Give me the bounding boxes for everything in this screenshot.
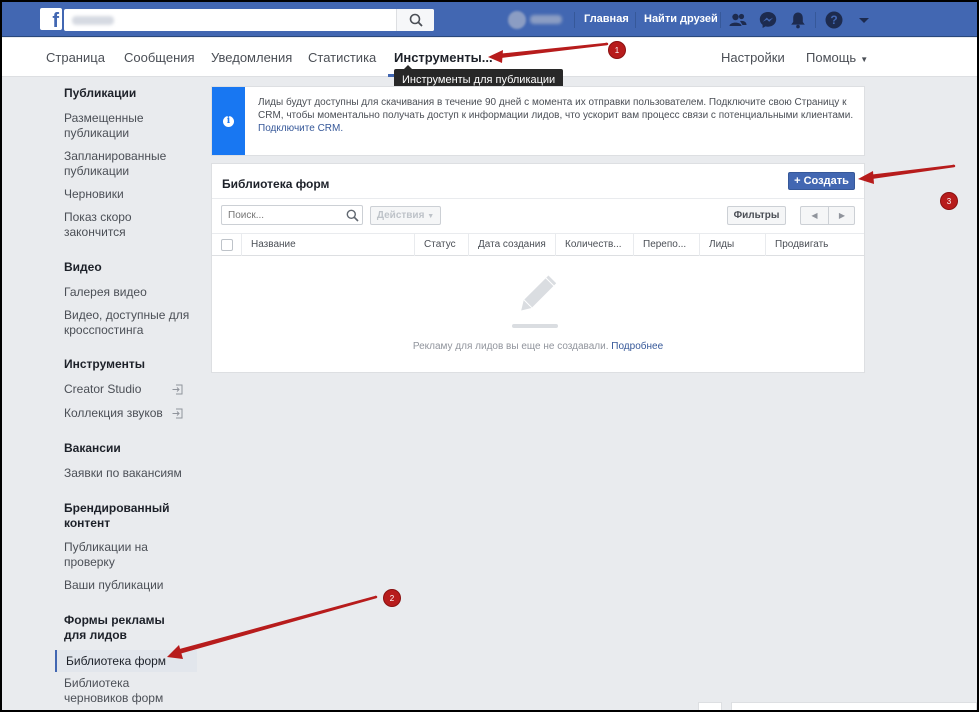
user-name-blurred[interactable] [530, 15, 562, 24]
annotation-badge-3: 3 [940, 192, 958, 210]
sidebar-item-drafts[interactable]: Черновики [64, 187, 194, 202]
sidebar-header-branded-content: Брендированный контент [64, 501, 170, 530]
table-header: Название Статус Дата создания Количеств.… [212, 233, 864, 256]
notice-text: Лиды будут доступны для скачивания в теч… [258, 97, 854, 121]
tab-notifications[interactable]: Уведомления [211, 50, 292, 65]
notice-band: i [212, 87, 245, 155]
sidebar-item-drafts-library[interactable]: Библиотека черновиков форм [64, 676, 194, 706]
sidebar-header-publications: Публикации [64, 86, 137, 100]
sidebar-header-tools: Инструменты [64, 357, 146, 371]
filters-button[interactable]: Фильтры [727, 206, 786, 225]
forms-search-field[interactable] [221, 205, 363, 225]
sidebar-item-crossposting[interactable]: Видео, доступные для кросспостинга [64, 308, 199, 338]
top-divider [720, 12, 721, 28]
sidebar-header-jobs: Вакансии [64, 441, 121, 455]
external-link-icon [172, 408, 183, 419]
bottom-right-control[interactable] [698, 702, 722, 710]
column-name[interactable]: Название [241, 234, 414, 256]
search-button[interactable] [396, 9, 434, 31]
column-leads[interactable]: Лиды [699, 234, 765, 256]
avatar[interactable] [508, 11, 526, 29]
info-icon: i [223, 116, 234, 127]
learn-more-link[interactable]: Подробнее [611, 341, 663, 352]
top-bar: f Главная Найти друзей ? [2, 2, 977, 37]
find-friends-link[interactable]: Найти друзей [644, 13, 718, 25]
friend-requests-icon[interactable] [728, 10, 748, 30]
tab-statistics[interactable]: Статистика [308, 50, 376, 65]
select-all-checkbox[interactable] [221, 239, 233, 251]
sidebar-item-job-applications[interactable]: Заявки по вакансиям [64, 466, 194, 481]
tab-settings[interactable]: Настройки [721, 50, 785, 65]
plus-icon: + [794, 175, 804, 187]
sidebar-item-video-gallery[interactable]: Галерея видео [64, 285, 194, 300]
column-date-created[interactable]: Дата создания [468, 234, 555, 256]
top-divider [574, 12, 575, 28]
tab-page[interactable]: Страница [46, 50, 105, 65]
sidebar-item-posts-for-review[interactable]: Публикации на проверку [64, 540, 194, 570]
annotation-badge-2: 2 [383, 589, 401, 607]
sidebar-item-scheduled[interactable]: Запланированные публикации [64, 149, 194, 179]
search-icon [409, 13, 423, 27]
bottom-right-panel [731, 702, 977, 710]
pagination: ◀ ▶ [800, 206, 855, 225]
previous-page-icon[interactable]: ◀ [801, 207, 828, 224]
empty-state-text: Рекламу для лидов вы еще не создавали. П… [212, 341, 864, 352]
notice-text-block: Лиды будут доступны для скачивания в теч… [258, 96, 858, 135]
sidebar-header-lead-forms: Формы рекламы для лидов [64, 613, 165, 642]
actions-label: Действия [376, 210, 425, 221]
help-menu-label: Помощь [806, 50, 857, 65]
notifications-bell-icon[interactable] [788, 10, 808, 30]
create-button-label: Создать [803, 175, 849, 187]
connect-crm-link[interactable]: Подключите CRM. [258, 122, 858, 135]
annotation-badge-1: 1 [608, 41, 626, 59]
tab-messages[interactable]: Сообщения [124, 50, 195, 65]
pencil-icon [512, 275, 558, 328]
help-menu[interactable]: Помощь ▼ [806, 50, 868, 65]
column-status[interactable]: Статус [414, 234, 468, 256]
tab-publishing-tools[interactable]: Инструменты... [394, 50, 493, 65]
sidebar-item-expiring[interactable]: Показ скоро закончится [64, 210, 194, 240]
search-icon [346, 209, 359, 222]
actions-dropdown[interactable]: Действия ▼ [370, 206, 441, 225]
external-link-icon [172, 384, 183, 395]
empty-state-message: Рекламу для лидов вы еще не создавали. [412, 341, 609, 352]
help-question-icon[interactable]: ? [824, 10, 844, 30]
card-title: Библиотека форм [222, 177, 330, 191]
caret-down-icon: ▼ [427, 213, 435, 220]
divider [212, 198, 864, 199]
sidebar: Публикации Размещенные публикации Заплан… [2, 78, 207, 710]
column-reposts[interactable]: Перепо... [633, 234, 699, 256]
forms-search-input[interactable] [228, 206, 338, 224]
sidebar-item-your-posts[interactable]: Ваши публикации [64, 578, 194, 593]
forms-library-card: Библиотека форм + Создать Действия ▼ Фил… [211, 163, 865, 373]
column-count[interactable]: Количеств... [555, 234, 633, 256]
sidebar-item-published[interactable]: Размещенные публикации [64, 111, 194, 141]
crm-notice: i Лиды будут доступны для скачивания в т… [211, 86, 865, 156]
global-search-input[interactable] [64, 9, 434, 31]
sidebar-item-forms-library[interactable]: Библиотека форм [55, 650, 197, 672]
search-text-blurred [72, 16, 114, 25]
page-frame: f Главная Найти друзей ? Страница Сообще… [2, 2, 977, 710]
top-divider [815, 12, 816, 28]
home-link[interactable]: Главная [584, 13, 629, 25]
column-promote[interactable]: Продвигать [765, 234, 864, 256]
facebook-logo-icon[interactable]: f [40, 8, 62, 30]
sidebar-header-video: Видео [64, 260, 102, 274]
next-page-icon[interactable]: ▶ [828, 207, 855, 224]
messenger-icon[interactable] [758, 10, 778, 30]
top-divider [635, 12, 636, 28]
caret-down-icon: ▼ [860, 55, 869, 64]
svg-text:?: ? [830, 13, 837, 27]
create-form-button[interactable]: + Создать [788, 172, 855, 190]
account-menu-chevron-down-icon[interactable] [854, 10, 874, 30]
